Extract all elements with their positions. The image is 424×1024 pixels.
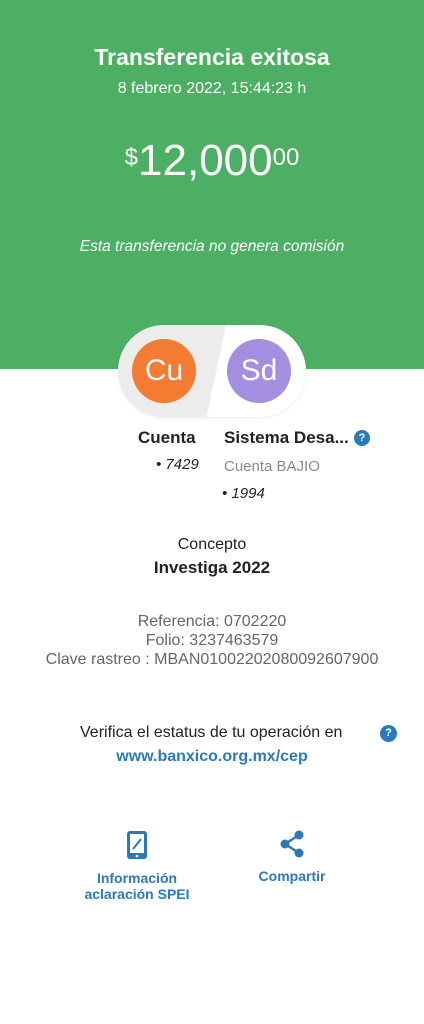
participants-pill: Cu Sd: [118, 325, 306, 417]
share-button[interactable]: Compartir: [242, 830, 342, 884]
amount-main: 12,000: [138, 136, 273, 185]
sender-avatar: Cu: [132, 339, 196, 403]
share-icon: [280, 830, 304, 858]
verify-status-text: Verifica el estatus de tu operación en: [80, 724, 343, 741]
sender-account: • 7429: [156, 456, 199, 473]
spei-info-label-1: Información: [96, 870, 178, 886]
phone-icon: [127, 831, 147, 859]
receiver-avatar: Sd: [227, 339, 291, 403]
share-label: Compartir: [258, 868, 326, 884]
banxico-link[interactable]: www.banxico.org.mx/cep: [0, 748, 424, 766]
page-title: Transferencia exitosa: [94, 44, 330, 70]
amount-cents: 00: [272, 144, 300, 171]
reference-number: Referencia: 0702220: [137, 613, 287, 630]
transfer-datetime: 8 febrero 2022, 15:44:23 h: [117, 80, 307, 97]
fee-note: Esta transferencia no genera comisión: [79, 238, 345, 255]
folio-number: Folio: 3237463579: [145, 632, 279, 649]
reference-block: Referencia: 0702220 Folio: 3237463579 Cl…: [0, 612, 424, 669]
transfer-amount: $12,00000: [0, 136, 424, 186]
sender-name: Cuenta: [138, 428, 196, 447]
receiver-name: Sistema Desa...: [224, 428, 349, 447]
spei-info-label-2: aclaración SPEI: [84, 886, 190, 902]
receiver-bank: Cuenta BAJIO: [224, 458, 320, 475]
spei-info-button[interactable]: Información aclaración SPEI: [74, 830, 200, 902]
receiver-account: • 1994: [222, 485, 265, 502]
concept-value: Investiga 2022: [153, 558, 271, 577]
tracking-key: Clave rastreo : MBAN01002202080092607900: [45, 651, 379, 668]
success-header: Transferencia exitosa 8 febrero 2022, 15…: [0, 0, 424, 369]
receiver-help-icon[interactable]: ?: [354, 430, 370, 446]
concept-label: Concepto: [177, 536, 247, 553]
amount-currency: $: [124, 144, 139, 171]
verify-help-icon[interactable]: ?: [380, 725, 397, 742]
